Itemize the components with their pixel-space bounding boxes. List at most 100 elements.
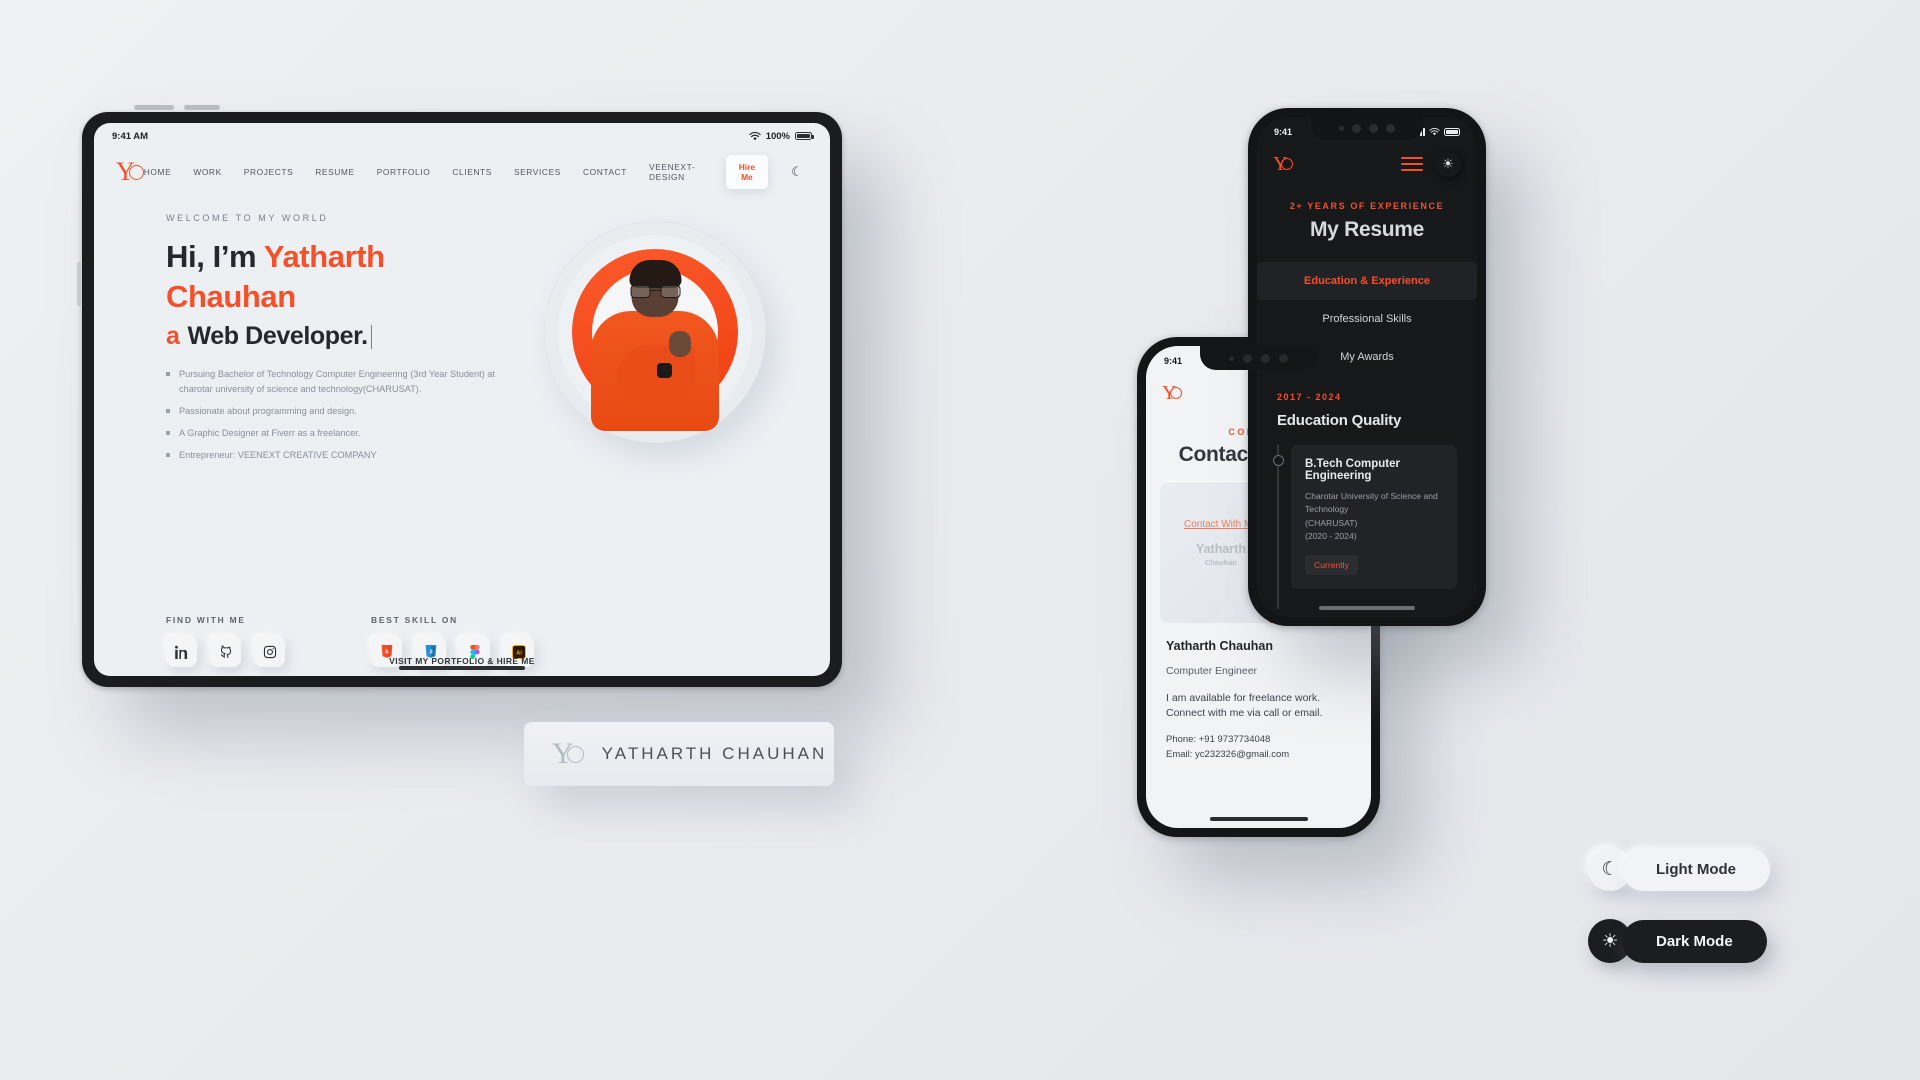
- education-line-3: (CHARUSAT): [1305, 517, 1358, 528]
- tablet-volume-button-down: [184, 105, 220, 110]
- portrait-arm: [617, 331, 695, 401]
- hero-text-column: WELCOME TO MY WORLD Hi, I’m Yatharth Cha…: [94, 213, 514, 619]
- portrait-hand: [669, 331, 691, 357]
- hero-role-line: a Web Developer.: [166, 322, 514, 351]
- education-line-1: Charotar University of Science and: [1305, 491, 1438, 501]
- tablet-navbar: Y HOME WORK PROJECTS RESUME PORTFOLIO CL…: [94, 145, 830, 199]
- portrait-body: [591, 311, 719, 431]
- phone-notch: [1311, 117, 1423, 140]
- tablet-volume-button-up: [134, 105, 174, 110]
- nav-item-work[interactable]: WORK: [193, 167, 221, 177]
- contact-name: Yatharth Chauhan: [1166, 639, 1273, 653]
- tablet-device: 9:41 AM 100% Y HOME WORK PROJECTS RESUME…: [77, 105, 842, 687]
- nav-item-home[interactable]: HOME: [144, 167, 172, 177]
- brand-bar: Y YATHARTH CHAUHAN: [524, 722, 834, 786]
- battery-icon: [795, 132, 814, 140]
- status-time: 9:41: [1164, 356, 1183, 366]
- brand-logo-icon[interactable]: Y: [1273, 153, 1294, 176]
- nav-item-projects[interactable]: PROJECTS: [244, 167, 293, 177]
- tablet-footer-text: VISIT MY PORTFOLIO & HIRE ME: [389, 656, 535, 666]
- brand-logo-icon: Y: [552, 737, 584, 771]
- dark-mode-toggle[interactable]: ☀ Dark Mode: [1588, 919, 1767, 963]
- list-item: Passionate about programming and design.: [166, 404, 511, 419]
- contact-card-lastname: Chauhan: [1204, 558, 1237, 567]
- contact-phone[interactable]: Phone: +91 9737734048: [1166, 734, 1270, 745]
- hero-role: Web Developer.: [187, 322, 369, 351]
- education-card-title: B.Tech Computer Engineering: [1305, 458, 1400, 482]
- tablet-hero-section: WELCOME TO MY WORLD Hi, I’m Yatharth Cha…: [94, 199, 830, 619]
- portrait-glasses: [630, 285, 680, 298]
- education-section: 2017 - 2024 Education Quality B.Tech Com…: [1257, 376, 1477, 610]
- tablet-nav-links: HOME WORK PROJECTS RESUME PORTFOLIO CLIE…: [144, 155, 768, 189]
- contact-card-firstname: Yatharth: [1195, 542, 1246, 556]
- hero-portrait-column: [514, 213, 830, 619]
- contact-card-name: Yatharth Chauhan: [1184, 542, 1258, 567]
- tablet-status-bar: 9:41 AM 100%: [94, 123, 830, 145]
- education-line-2: Technology: [1305, 504, 1349, 515]
- hero-heading: Hi, I’m Yatharth Chauhan: [166, 237, 514, 316]
- page-title: My Resume: [1309, 218, 1424, 241]
- status-time: 9:41 AM: [112, 130, 149, 142]
- contact-availability: I am available for freelance work. Conne…: [1166, 691, 1351, 721]
- contact-role: Computer Engineer: [1166, 665, 1258, 677]
- sun-icon[interactable]: ☀: [1435, 151, 1461, 177]
- tab-professional-skills[interactable]: Professional Skills: [1257, 300, 1477, 338]
- light-mode-label[interactable]: Light Mode: [1622, 847, 1770, 891]
- phone-home-indicator[interactable]: [1209, 817, 1308, 821]
- nav-item-veenext-design[interactable]: VEENEXT-DESIGN: [649, 162, 704, 182]
- portrait-watch: [657, 363, 672, 378]
- typing-caret: [370, 324, 373, 349]
- availability-line-2: Connect with me via call or email.: [1166, 707, 1323, 720]
- education-years: 2017 - 2024: [1277, 392, 1342, 402]
- wifi-icon: [1429, 128, 1440, 136]
- status-time: 9:41: [1274, 127, 1293, 137]
- hero-eyebrow: WELCOME TO MY WORLD: [166, 213, 329, 223]
- brand-logo-icon[interactable]: Y: [1162, 382, 1183, 405]
- tablet-screen: 9:41 AM 100% Y HOME WORK PROJECTS RESUME…: [94, 123, 830, 676]
- phone-home-indicator[interactable]: [1319, 606, 1415, 610]
- contact-email[interactable]: Email: yc232326@gmail.com: [1166, 749, 1289, 760]
- tablet-side-button: [77, 262, 81, 306]
- contact-details: Phone: +91 9737734048 Email: yc232326@gm…: [1166, 733, 1351, 762]
- availability-line-1: I am available for freelance work.: [1166, 692, 1321, 704]
- dark-mode-label[interactable]: Dark Mode: [1622, 919, 1767, 963]
- portrait-head: [629, 260, 681, 317]
- resume-eyebrow: 2+ YEARS OF EXPERIENCE: [1289, 201, 1445, 211]
- phone-notch: [1199, 346, 1318, 370]
- education-card: B.Tech Computer Engineering Charotar Uni…: [1273, 445, 1457, 610]
- hero-greeting: Hi, I’m: [166, 239, 264, 274]
- light-mode-toggle[interactable]: ☾ Light Mode: [1588, 847, 1770, 891]
- nav-item-resume[interactable]: RESUME: [315, 167, 354, 177]
- brand-logo-icon[interactable]: Y: [116, 157, 144, 187]
- nav-item-services[interactable]: SERVICES: [514, 167, 561, 177]
- list-item: Entrepreneur: VEENEXT CREATIVE COMPANY: [166, 448, 511, 463]
- nav-item-contact[interactable]: CONTACT: [583, 167, 627, 177]
- contact-card-link[interactable]: Contact With Me: [1184, 519, 1258, 530]
- contact-card-text: Contact With Me Yatharth Chauhan: [1184, 519, 1258, 567]
- find-with-me-title: FIND WITH ME: [166, 615, 246, 625]
- education-line-4: (2020 - 2024): [1305, 530, 1357, 541]
- portrait-ring-outer: [544, 221, 766, 443]
- portrait-photo: [589, 260, 721, 443]
- status-badge: Currently: [1305, 555, 1358, 576]
- hire-me-button[interactable]: Hire Me: [725, 155, 768, 189]
- tab-education-experience[interactable]: Education & Experience: [1257, 262, 1477, 300]
- brand-name: YATHARTH CHAUHAN: [601, 744, 828, 763]
- moon-icon[interactable]: ☾: [786, 161, 808, 183]
- list-item: Pursuing Bachelor of Technology Computer…: [166, 367, 511, 397]
- contact-info: Yatharth Chauhan Computer Engineer I am …: [1146, 623, 1371, 762]
- hero-role-article: a: [166, 322, 180, 351]
- wifi-icon: [748, 131, 761, 140]
- hero-bullet-list: Pursuing Bachelor of Technology Computer…: [166, 367, 514, 463]
- portrait-hair: [629, 260, 681, 288]
- best-skill-on-title: BEST SKILL ON: [371, 615, 458, 625]
- nav-item-clients[interactable]: CLIENTS: [452, 167, 492, 177]
- education-card-body: Charotar University of Science and Techn…: [1305, 490, 1443, 543]
- battery-icon: [1444, 128, 1460, 136]
- list-item: A Graphic Designer at Fiverr as a freela…: [166, 426, 511, 441]
- education-heading: Education Quality: [1277, 412, 1402, 429]
- phone-dark-navbar: Y ☀: [1257, 143, 1477, 189]
- nav-item-portfolio[interactable]: PORTFOLIO: [377, 167, 431, 177]
- hamburger-icon[interactable]: [1401, 156, 1423, 172]
- tablet-home-indicator[interactable]: [399, 666, 525, 670]
